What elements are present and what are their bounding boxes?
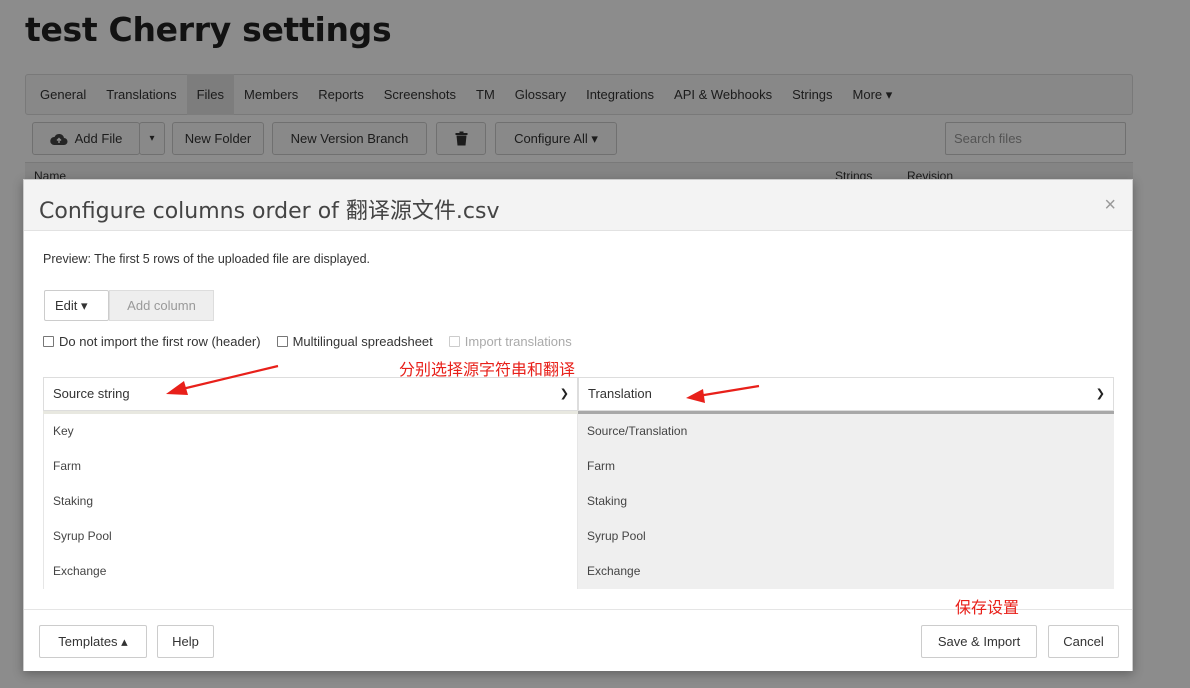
dialog-header: Configure columns order of 翻译源文件.csv × <box>24 180 1132 231</box>
column-2-select[interactable]: Translation ❯ <box>578 377 1114 411</box>
close-icon[interactable]: × <box>1104 194 1116 217</box>
add-column-button[interactable]: Add column <box>109 290 214 321</box>
help-button[interactable]: Help <box>157 625 214 658</box>
table-cell: Staking <box>578 484 1114 519</box>
table-cell: Syrup Pool <box>43 519 578 554</box>
table-cell: Source/Translation <box>578 414 1114 449</box>
option-1[interactable]: Multilingual spreadsheet <box>276 334 433 349</box>
table-cell: Exchange <box>43 554 578 589</box>
cancel-button[interactable]: Cancel <box>1048 625 1119 658</box>
option-0[interactable]: Do not import the first row (header) <box>43 334 261 349</box>
table-cell: Farm <box>578 449 1114 484</box>
dialog-footer: Templates ▴ Help Save & Import Cancel <box>24 609 1132 671</box>
table-row: Exchange Exchange <box>43 554 1114 589</box>
edit-dropdown-button[interactable]: Edit ▾ <box>44 290 109 321</box>
column-2-selected: Translation <box>588 386 652 401</box>
option-label: Multilingual spreadsheet <box>292 334 433 349</box>
table-row: Key Source/Translation <box>43 414 1114 449</box>
checkbox <box>448 336 460 347</box>
dialog-title: Configure columns order of 翻译源文件.csv <box>39 199 500 224</box>
templates-button[interactable]: Templates ▴ <box>39 625 147 658</box>
table-cell: Syrup Pool <box>578 519 1114 554</box>
column-1-selected: Source string <box>53 386 130 401</box>
table-row: Farm Farm <box>43 449 1114 484</box>
import-options: Do not import the first row (header) Mult… <box>43 334 588 349</box>
option-label: Do not import the first row (header) <box>59 334 261 349</box>
preview-grid: Key Source/Translation Farm Farm Staking Stak… <box>43 414 1114 589</box>
table-row: Staking Staking <box>43 484 1114 519</box>
column-1-select[interactable]: Source string ❯ <box>43 377 578 411</box>
option-2: Import translations <box>448 334 572 349</box>
preview-description: Preview: The first 5 rows of the uploade… <box>43 252 371 266</box>
annotation-save-hint: 保存设置 <box>955 598 1020 617</box>
option-label: Import translations <box>464 334 572 349</box>
annotation-select-hint: 分别选择源字符串和翻译 <box>399 360 576 379</box>
chevron-down-icon: ❯ <box>1095 388 1105 400</box>
table-cell: Staking <box>43 484 578 519</box>
checkbox[interactable] <box>43 336 54 347</box>
table-cell: Exchange <box>578 554 1114 589</box>
table-row: Syrup Pool Syrup Pool <box>43 519 1114 554</box>
chevron-down-icon: ❯ <box>559 388 569 400</box>
table-cell: Farm <box>43 449 578 484</box>
save-import-button[interactable]: Save & Import <box>921 625 1037 658</box>
table-cell: Key <box>43 414 578 449</box>
checkbox[interactable] <box>276 336 288 347</box>
